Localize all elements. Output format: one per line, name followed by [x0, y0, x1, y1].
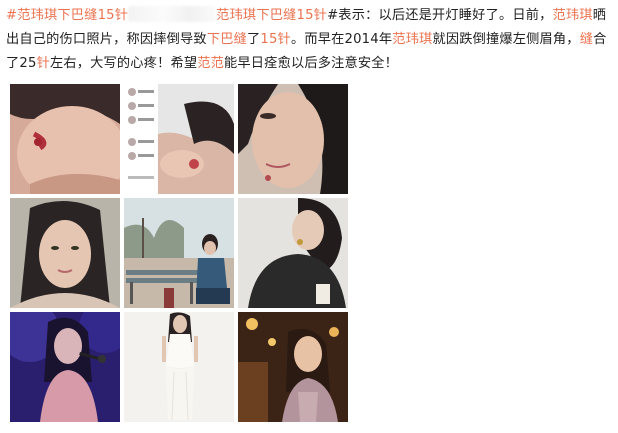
photo-instagram-comment-screenshot[interactable]	[124, 84, 234, 194]
post-text-segment: 。而早在2014年	[290, 32, 393, 47]
photo-chin-wound-selfie[interactable]	[238, 84, 348, 194]
post-text-segment: 了	[246, 32, 261, 47]
photo-grid	[10, 84, 352, 424]
keyword-highlight: 缝	[579, 32, 594, 47]
keyword-highlight: 15针	[260, 32, 291, 47]
keyword-highlight: 下巴缝	[206, 32, 247, 47]
keyword-highlight: 范范	[197, 56, 225, 71]
photo-singing-on-stage[interactable]	[10, 312, 120, 422]
hashtag-link[interactable]: 范玮琪下巴缝15针	[216, 8, 327, 23]
hashtag-link[interactable]: #范玮琪下巴缝15针	[6, 8, 128, 23]
photo-sitting-on-bench[interactable]	[124, 198, 234, 308]
keyword-highlight: 范玮琪	[552, 8, 593, 23]
photo-chin-wound-closeup[interactable]	[10, 84, 120, 194]
post-text-segment: 左右，大写的心疼！希望	[49, 56, 198, 71]
photo-white-dress-full-body[interactable]	[124, 312, 234, 422]
photo-selfie-no-makeup[interactable]	[10, 198, 120, 308]
photo-evening-street-portrait[interactable]	[238, 312, 348, 422]
keyword-highlight: 范玮琪	[392, 32, 433, 47]
photo-black-outfit-portrait[interactable]	[238, 198, 348, 308]
post-text-segment: 就因跌倒撞爆左侧眉角，	[432, 32, 580, 47]
post-text: #范玮琪下巴缝15针 范玮琪下巴缝15针#表示：以后还是开灯睡好了。日前，范玮琪晒…	[6, 4, 612, 76]
keyword-highlight: 针	[36, 56, 50, 71]
blurred-link	[128, 6, 217, 22]
post-text-segment: #表示：以后还是开灯睡好了。日前，	[327, 8, 553, 23]
post-text-segment: 能早日痊愈以后多注意安全！	[224, 56, 399, 71]
